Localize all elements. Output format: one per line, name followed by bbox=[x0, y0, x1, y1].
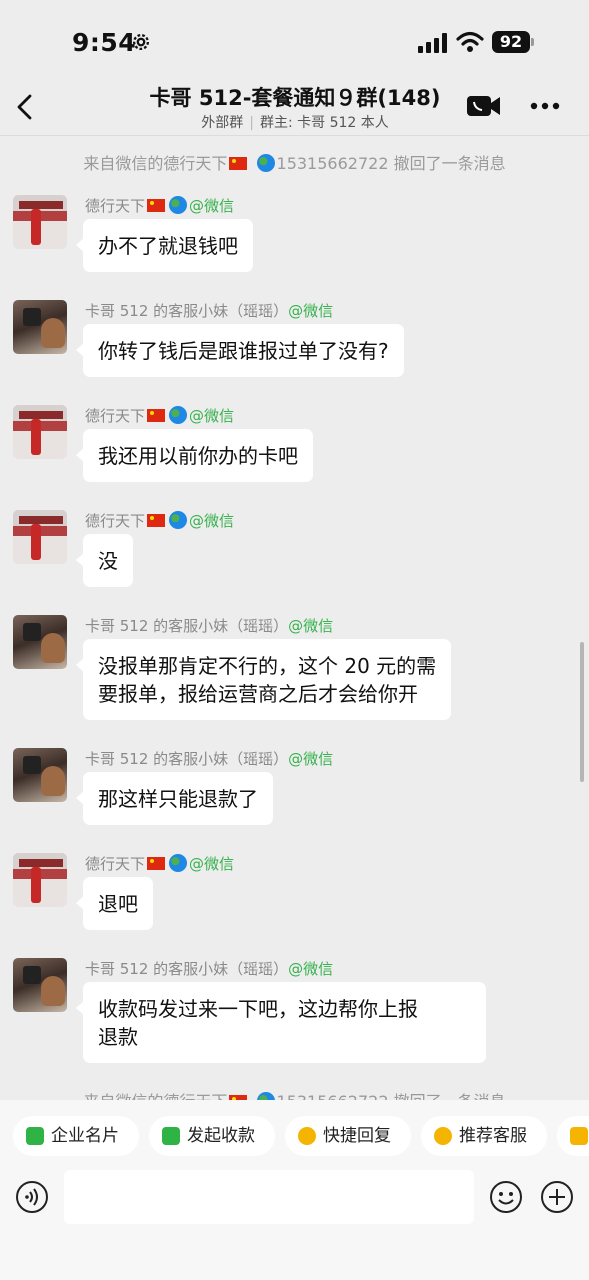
wechat-tag: @微信 bbox=[288, 750, 334, 768]
message-bubble[interactable]: 没 bbox=[76, 534, 133, 587]
message-line: 要报单，报给运营商之后才会给你开 bbox=[98, 682, 418, 706]
more-actions-button[interactable] bbox=[557, 1116, 589, 1156]
message-bubble[interactable]: 那这样只能退款了 bbox=[76, 772, 273, 825]
avatar[interactable] bbox=[13, 958, 67, 1012]
scrollbar[interactable] bbox=[580, 642, 584, 782]
signal-icon bbox=[418, 33, 447, 53]
globe-icon bbox=[169, 511, 188, 529]
quick-reply-icon bbox=[298, 1127, 316, 1145]
globe-icon bbox=[169, 854, 188, 872]
voice-icon[interactable] bbox=[15, 1180, 49, 1214]
globe-icon bbox=[169, 406, 188, 424]
chat-title[interactable]: 卡哥 512-套餐通知９群(148) bbox=[80, 82, 510, 112]
wechat-tag: @微信 bbox=[189, 512, 235, 530]
video-call-icon[interactable] bbox=[467, 95, 501, 117]
recall-notice: 来自微信的德行天下 15315662722 撤回了一条消息 bbox=[83, 154, 506, 173]
sender-name: 德行天下 @微信 bbox=[85, 406, 235, 425]
avatar[interactable] bbox=[13, 510, 67, 564]
group-type-label: 外部群 bbox=[201, 115, 244, 131]
gear-icon bbox=[132, 33, 150, 51]
china-flag-icon bbox=[147, 199, 166, 212]
message-line: 退款 bbox=[98, 1025, 138, 1049]
more-icon[interactable] bbox=[530, 102, 560, 110]
chat-header: 卡哥 512-套餐通知９群(148) 外部群 | 群主: 卡哥 512 本人 bbox=[0, 80, 589, 136]
message-bubble[interactable]: 没报单那肯定不行的，这个 20 元的需 要报单，报给运营商之后才会给你开 bbox=[75, 639, 452, 720]
message-bubble[interactable]: 收款码发过来一下吧，这边帮你上报 退款 bbox=[76, 982, 486, 1063]
chat-subtitle: 外部群 | 群主: 卡哥 512 本人 bbox=[201, 115, 389, 131]
recommend-agent-icon bbox=[434, 1127, 452, 1145]
globe-icon bbox=[169, 196, 188, 214]
message-bubble[interactable]: 办不了就退钱吧 bbox=[76, 219, 253, 272]
home-indicator-area bbox=[0, 1240, 589, 1280]
wechat-tag: @微信 bbox=[288, 960, 334, 978]
message-bubble[interactable]: 我还用以前你办的卡吧 bbox=[76, 429, 313, 482]
avatar[interactable] bbox=[13, 300, 67, 354]
avatar[interactable] bbox=[13, 195, 67, 249]
group-owner-label: 群主: 卡哥 512 本人 bbox=[259, 115, 389, 131]
wechat-tag: @微信 bbox=[189, 197, 235, 215]
plus-icon[interactable] bbox=[540, 1180, 574, 1214]
battery-indicator: 92 bbox=[492, 31, 534, 53]
emoji-icon[interactable] bbox=[489, 1180, 523, 1214]
battery-level: 92 bbox=[492, 31, 530, 53]
business-card-button[interactable]: 企业名片 bbox=[13, 1116, 139, 1156]
note-icon bbox=[570, 1127, 588, 1145]
avatar[interactable] bbox=[13, 748, 67, 802]
china-flag-icon bbox=[147, 514, 166, 527]
recommend-agent-button[interactable]: 推荐客服 bbox=[421, 1116, 547, 1156]
request-payment-button[interactable]: 发起收款 bbox=[149, 1116, 275, 1156]
back-icon[interactable] bbox=[14, 94, 36, 120]
sender-name: 德行天下 @微信 bbox=[85, 854, 235, 873]
wifi-icon bbox=[456, 31, 484, 52]
sender-name: 德行天下 @微信 bbox=[85, 196, 235, 215]
message-bubble[interactable]: 退吧 bbox=[76, 877, 153, 930]
sender-name: 卡哥 512 的客服小妹（瑶瑶）@微信 bbox=[85, 960, 334, 978]
wechat-tag: @微信 bbox=[189, 855, 235, 873]
yuan-icon bbox=[162, 1127, 180, 1145]
globe-icon bbox=[256, 154, 275, 172]
header-divider bbox=[0, 135, 589, 136]
message-line: 收款码发过来一下吧，这边帮你上报 bbox=[98, 997, 418, 1021]
sender-name: 卡哥 512 的客服小妹（瑶瑶）@微信 bbox=[85, 302, 334, 320]
sender-name: 卡哥 512 的客服小妹（瑶瑶）@微信 bbox=[85, 617, 334, 635]
quick-actions-bar: 企业名片 发起收款 快捷回复 推荐客服 bbox=[0, 1116, 589, 1156]
message-bubble[interactable]: 你转了钱后是跟谁报过单了没有? bbox=[76, 324, 404, 377]
wechat-tag: @微信 bbox=[288, 617, 334, 635]
message-line: 没报单那肯定不行的，这个 20 元的需 bbox=[98, 654, 437, 678]
business-card-icon bbox=[26, 1127, 44, 1145]
quick-reply-button[interactable]: 快捷回复 bbox=[285, 1116, 411, 1156]
avatar[interactable] bbox=[13, 405, 67, 459]
sender-name: 德行天下 @微信 bbox=[85, 511, 235, 530]
message-input[interactable] bbox=[64, 1170, 474, 1224]
status-time: 9:54 bbox=[72, 28, 137, 57]
status-bar: 9:54 92 bbox=[0, 0, 589, 80]
wechat-tag: @微信 bbox=[288, 302, 334, 320]
input-row bbox=[0, 1168, 589, 1226]
china-flag-icon bbox=[147, 409, 166, 422]
china-flag-icon bbox=[147, 857, 166, 870]
sender-name: 卡哥 512 的客服小妹（瑶瑶）@微信 bbox=[85, 750, 334, 768]
wechat-tag: @微信 bbox=[189, 407, 235, 425]
avatar[interactable] bbox=[13, 615, 67, 669]
china-flag-icon bbox=[229, 157, 248, 170]
avatar[interactable] bbox=[13, 853, 67, 907]
